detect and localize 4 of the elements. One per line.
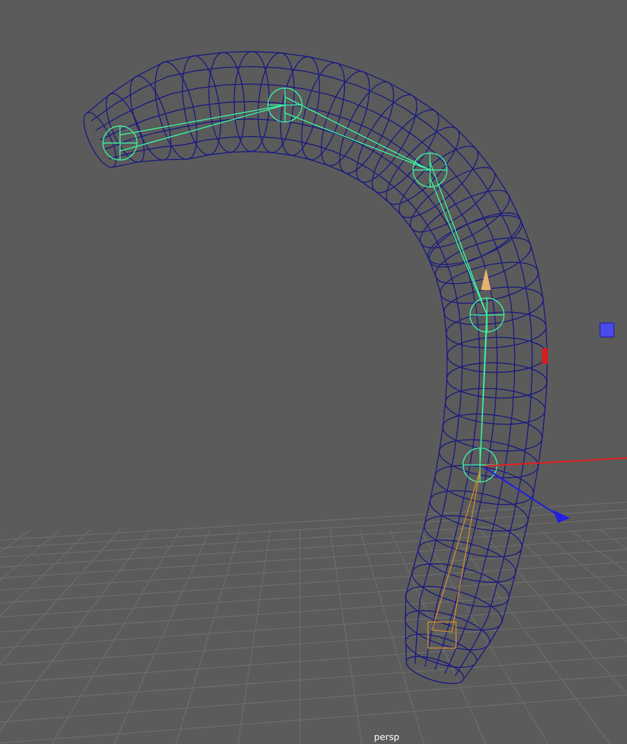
locator-cube-icon	[600, 322, 614, 338]
cone-icon	[481, 268, 491, 290]
axis-marker-icon	[542, 348, 548, 364]
camera-label: persp	[374, 733, 400, 744]
